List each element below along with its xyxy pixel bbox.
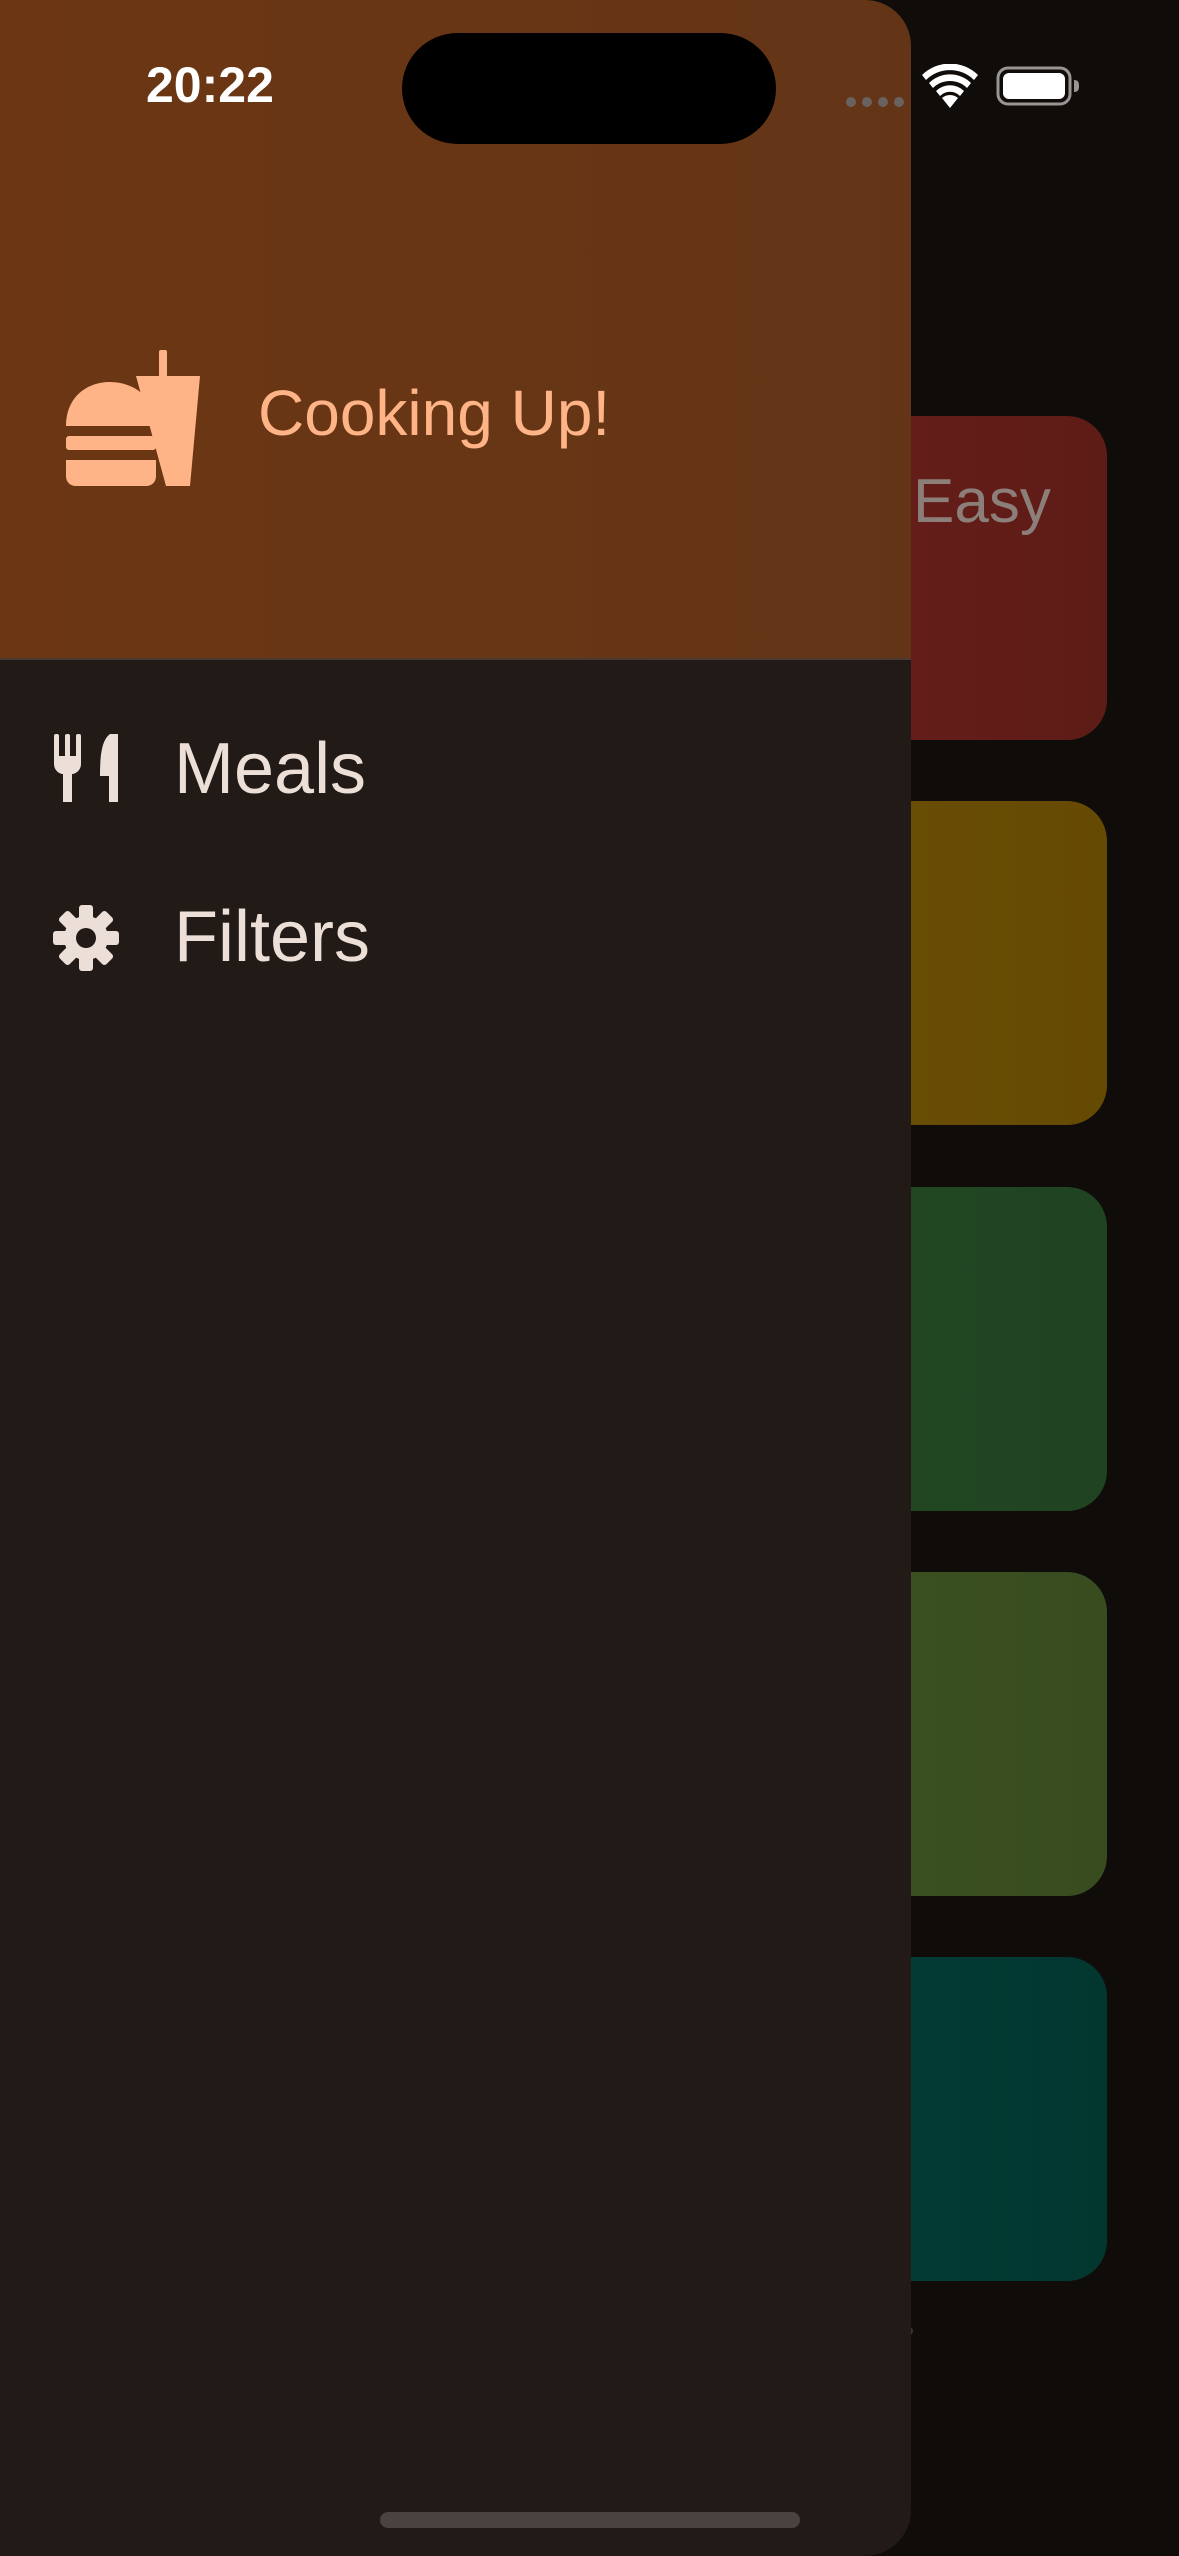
menu-item-meals[interactable]: Meals bbox=[0, 694, 911, 844]
cellular-signal-icon bbox=[846, 97, 904, 107]
burger-drink-icon bbox=[66, 350, 200, 486]
navigation-drawer: Cooking Up! Meals Filters bbox=[0, 0, 911, 2556]
dynamic-island bbox=[402, 33, 776, 144]
gear-icon bbox=[53, 905, 119, 971]
menu-item-label: Filters bbox=[174, 897, 370, 977]
screen: Easy tes Cooking Up! bbox=[0, 0, 1179, 2556]
drawer-title: Cooking Up! bbox=[258, 377, 611, 449]
menu-item-filters[interactable]: Filters bbox=[0, 862, 911, 1012]
wifi-icon bbox=[922, 64, 978, 108]
category-card-title: Easy bbox=[913, 467, 1051, 536]
home-indicator[interactable] bbox=[380, 2512, 800, 2528]
menu-item-label: Meals bbox=[174, 729, 367, 809]
fork-knife-icon bbox=[54, 734, 118, 802]
status-time: 20:22 bbox=[146, 57, 274, 113]
battery-icon bbox=[996, 66, 1079, 106]
